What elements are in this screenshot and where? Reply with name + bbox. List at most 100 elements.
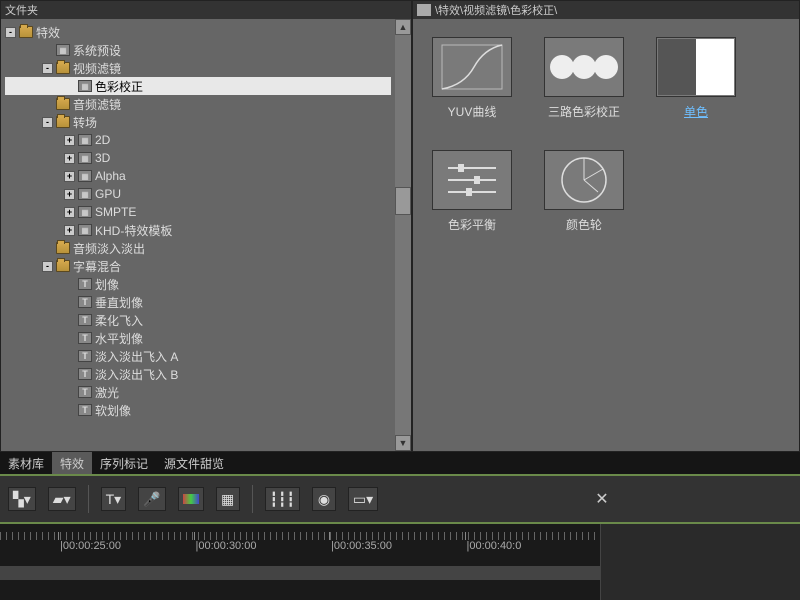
- timeline-toolbar: ▚▾ ▰▾ T▾ 🎤 ▦ ┇┇┇ ◉ ▭▾ ✕: [0, 474, 800, 522]
- color-icon[interactable]: [178, 487, 204, 511]
- tree-item-label: 淡入淡出飞入 A: [95, 348, 178, 365]
- folder-icon: [56, 116, 70, 128]
- effect-thumbnail: [432, 37, 512, 97]
- effect-icon: ▦: [56, 44, 70, 56]
- tree-item-label: 软划像: [95, 402, 131, 419]
- effect-icon: ▦: [78, 170, 92, 182]
- tree-item[interactable]: -字幕混合: [5, 257, 391, 275]
- tree-item-label: KHD-特效模板: [95, 222, 172, 239]
- effect-icon: ▦: [78, 134, 92, 146]
- tree-item[interactable]: +▦3D: [5, 149, 391, 167]
- separator: [88, 485, 89, 513]
- tree-item[interactable]: ▦色彩校正: [5, 77, 391, 95]
- title-icon: T: [78, 332, 92, 344]
- tree-item[interactable]: ▦系统预设: [5, 41, 391, 59]
- tree-item-label: Alpha: [95, 169, 126, 183]
- tree-item-label: 划像: [95, 276, 119, 293]
- scroll-thumb[interactable]: [395, 187, 411, 215]
- tree-item[interactable]: +▦GPU: [5, 185, 391, 203]
- tree-item[interactable]: +▦SMPTE: [5, 203, 391, 221]
- tree-item-label: 视频滤镜: [73, 60, 121, 77]
- tree-item[interactable]: T垂直划像: [5, 293, 391, 311]
- effect-label: 单色: [684, 103, 708, 120]
- tab[interactable]: 序列标记: [92, 452, 156, 474]
- tree-root[interactable]: -特效: [5, 23, 391, 41]
- title-icon: T: [78, 386, 92, 398]
- tree-item[interactable]: 音频滤镜: [5, 95, 391, 113]
- tree-item[interactable]: +▦2D: [5, 131, 391, 149]
- tree-item[interactable]: T划像: [5, 275, 391, 293]
- tree-item-label: 转场: [73, 114, 97, 131]
- tree-item[interactable]: T柔化飞入: [5, 311, 391, 329]
- tree-item[interactable]: +▦Alpha: [5, 167, 391, 185]
- grid-icon[interactable]: ▦: [216, 487, 240, 511]
- effect-icon: ▦: [78, 206, 92, 218]
- effect-browser-panel: \特效\视频滤镜\色彩校正\ YUV曲线三路色彩校正单色色彩平衡颜色轮: [412, 0, 800, 452]
- timeline-track-row[interactable]: [0, 566, 600, 580]
- effect-item[interactable]: 颜色轮: [537, 150, 631, 233]
- disc-icon[interactable]: ◉: [312, 487, 336, 511]
- ruler-mark: |00:00:30:00: [194, 540, 330, 560]
- tree-item-label: 2D: [95, 133, 110, 147]
- folder-panel: 文件夹 -特效▦系统预设-视频滤镜▦色彩校正音频滤镜-转场+▦2D+▦3D+▦A…: [0, 0, 412, 452]
- tree-item[interactable]: T淡入淡出飞入 B: [5, 365, 391, 383]
- tree-item[interactable]: 音频淡入淡出: [5, 239, 391, 257]
- effects-tree[interactable]: -特效▦系统预设-视频滤镜▦色彩校正音频滤镜-转场+▦2D+▦3D+▦Alpha…: [1, 19, 395, 451]
- close-icon[interactable]: ✕: [592, 489, 612, 509]
- ruler-mark: |00:00:35:00: [329, 540, 465, 560]
- tab[interactable]: 特效: [52, 452, 92, 474]
- rect-icon[interactable]: ▭▾: [348, 487, 378, 511]
- timeline[interactable]: |00:00:25:00|00:00:30:00|00:00:35:00|00:…: [0, 522, 800, 600]
- effect-item[interactable]: 色彩平衡: [425, 150, 519, 233]
- tree-item-label: 色彩校正: [95, 78, 143, 95]
- effect-thumbnail: [544, 150, 624, 210]
- tree-item[interactable]: T激光: [5, 383, 391, 401]
- effect-icon: ▦: [78, 80, 92, 92]
- effect-item[interactable]: 三路色彩校正: [537, 37, 631, 120]
- tree-item-label: SMPTE: [95, 205, 136, 219]
- layer-icon[interactable]: ▚▾: [8, 487, 36, 511]
- effect-thumbnail: [544, 37, 624, 97]
- timeline-ticks: [0, 532, 600, 540]
- marker-icon[interactable]: ▰▾: [48, 487, 76, 511]
- scroll-down-button[interactable]: ▼: [395, 435, 411, 451]
- title-icon: T: [78, 368, 92, 380]
- title-icon: T: [78, 296, 92, 308]
- effect-item[interactable]: YUV曲线: [425, 37, 519, 120]
- tree-item[interactable]: T淡入淡出飞入 A: [5, 347, 391, 365]
- effect-icon: ▦: [78, 224, 92, 236]
- effect-icon: ▦: [78, 152, 92, 164]
- tree-item[interactable]: T水平划像: [5, 329, 391, 347]
- effect-item[interactable]: 单色: [649, 37, 743, 120]
- scroll-up-button[interactable]: ▲: [395, 19, 411, 35]
- folder-icon: [19, 26, 33, 38]
- tree-item-label: GPU: [95, 187, 121, 201]
- tab[interactable]: 素材库: [0, 452, 52, 474]
- title-icon: T: [78, 314, 92, 326]
- tree-scrollbar[interactable]: ▲ ▼: [395, 19, 411, 451]
- folder-icon: [56, 242, 70, 254]
- tree-item[interactable]: -转场: [5, 113, 391, 131]
- effect-label: 颜色轮: [566, 216, 602, 233]
- folder-panel-title: 文件夹: [1, 1, 411, 19]
- title-icon: T: [78, 350, 92, 362]
- sliders-icon[interactable]: ┇┇┇: [265, 487, 300, 511]
- effect-label: 色彩平衡: [448, 216, 496, 233]
- tree-item-label: 淡入淡出飞入 B: [95, 366, 178, 383]
- effect-label: YUV曲线: [448, 103, 497, 120]
- title-icon: T: [78, 404, 92, 416]
- tree-item[interactable]: T软划像: [5, 401, 391, 419]
- mic-icon[interactable]: 🎤: [138, 487, 165, 511]
- folder-icon: [56, 98, 70, 110]
- tree-item-label: 音频淡入淡出: [73, 240, 145, 257]
- timeline-ruler[interactable]: |00:00:25:00|00:00:30:00|00:00:35:00|00:…: [0, 540, 600, 560]
- text-icon[interactable]: T▾: [101, 487, 127, 511]
- tree-item[interactable]: -视频滤镜: [5, 59, 391, 77]
- scroll-track[interactable]: [395, 35, 411, 435]
- title-icon: T: [78, 278, 92, 290]
- effect-icon: ▦: [78, 188, 92, 200]
- tree-item[interactable]: +▦KHD-特效模板: [5, 221, 391, 239]
- tab[interactable]: 源文件甜览: [156, 452, 232, 474]
- folder-icon: [417, 4, 431, 16]
- effect-label: 三路色彩校正: [548, 103, 620, 120]
